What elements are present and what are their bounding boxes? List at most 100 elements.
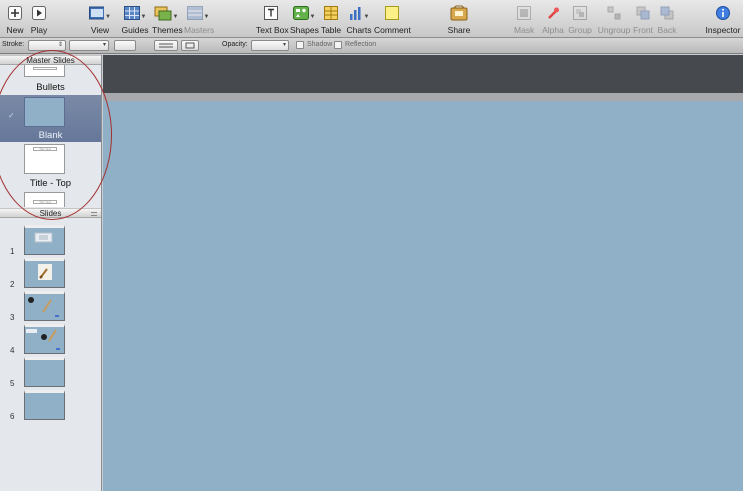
thumb-title-text: Title Text	[33, 200, 57, 204]
ungroup-button[interactable]: Ungroup	[597, 3, 631, 35]
slide-canvas[interactable]	[103, 101, 743, 491]
master-thumb-partial[interactable]: Title Text	[24, 192, 65, 207]
slide-thumb-5[interactable]	[24, 357, 65, 387]
mask-label: Mask	[514, 25, 535, 35]
info-icon	[716, 6, 730, 20]
new-button[interactable]: New	[6, 3, 24, 35]
endpoint-icon	[185, 42, 195, 49]
play-icon	[32, 6, 46, 20]
shadow-checkbox[interactable]	[296, 41, 304, 49]
comment-icon	[385, 6, 399, 20]
reflection-checkbox[interactable]	[334, 41, 342, 49]
chevron-down-icon: ▼	[203, 14, 210, 20]
themes-icon	[154, 6, 172, 20]
share-button[interactable]: Share	[446, 3, 472, 35]
bring-front-icon	[636, 6, 650, 20]
comment-button[interactable]: Comment	[374, 3, 411, 35]
reflection-label: Reflection	[345, 41, 377, 48]
table-icon	[324, 6, 338, 20]
brush-icon	[38, 264, 52, 280]
themes-label: Themes	[152, 25, 183, 35]
brush-icon	[26, 329, 60, 350]
shapes-button[interactable]: ▼ Shapes	[290, 3, 319, 35]
stroke-color-well[interactable]	[114, 40, 136, 51]
view-icon	[89, 6, 105, 20]
group-button[interactable]: Group	[568, 3, 592, 35]
opacity-select[interactable]: ▾	[251, 40, 289, 51]
share-label: Share	[447, 25, 471, 35]
masters-icon	[186, 6, 203, 20]
magic-wand-icon	[548, 7, 559, 19]
stroke-style-select[interactable]: ⇕	[28, 40, 66, 51]
text-box-button[interactable]: Text Box	[256, 3, 289, 35]
master-thumb-title-top[interactable]: Title Text	[24, 144, 65, 174]
chevron-down-icon: ▼	[172, 14, 179, 20]
mask-button[interactable]: Mask	[514, 3, 534, 35]
charts-label: Charts	[346, 25, 372, 35]
slide-thumb-4[interactable]	[24, 324, 65, 354]
slide-number: 3	[10, 313, 15, 322]
front-label: Front	[633, 25, 653, 35]
endpoint-button[interactable]	[181, 40, 199, 51]
format-bar: Stroke: ⇕ ▾ Opacity: ▾ Shadow Reflection	[0, 38, 743, 54]
bar-chart-icon	[349, 7, 361, 20]
alpha-button[interactable]: Alpha	[542, 3, 564, 35]
mask-icon	[517, 6, 531, 20]
chevron-down-icon: ▼	[105, 14, 111, 20]
guides-button[interactable]: ▼ Guides	[120, 3, 150, 35]
slide-thumb-6[interactable]	[24, 390, 65, 420]
front-button[interactable]: Front	[632, 3, 654, 35]
inspector-label: Inspector	[705, 25, 741, 35]
master-thumb-bullets[interactable]	[24, 65, 65, 77]
view-button[interactable]: ▼ View	[89, 3, 111, 35]
stepper-icon: ⇕	[57, 42, 63, 48]
send-back-icon	[660, 6, 674, 20]
opacity-label: Opacity:	[222, 41, 248, 48]
back-label: Back	[657, 25, 677, 35]
slide-thumb-2[interactable]	[24, 258, 65, 288]
shapes-icon	[292, 6, 309, 20]
comment-label: Comment	[374, 25, 411, 35]
slide-number: 5	[10, 379, 15, 388]
ungroup-label: Ungroup	[597, 25, 631, 35]
charts-button[interactable]: ▼ Charts	[345, 3, 373, 35]
chevron-down-icon: ▾	[102, 42, 106, 48]
text-box-label: Text Box	[256, 25, 289, 35]
line-style-icon	[159, 43, 173, 48]
chevron-down-icon: ▾	[282, 42, 286, 48]
grid-icon	[123, 6, 140, 20]
group-icon	[573, 6, 587, 20]
slide-number: 4	[10, 346, 15, 355]
group-label: Group	[568, 25, 592, 35]
master-name-bullets: Bullets	[36, 82, 65, 93]
slide-number: 1	[10, 247, 15, 256]
inspector-button[interactable]: Inspector	[704, 3, 742, 35]
master-thumb-blank[interactable]	[24, 97, 65, 127]
checkmark-icon: ✓	[8, 111, 15, 120]
chevron-down-icon: ▼	[363, 14, 370, 20]
themes-button[interactable]: ▼ Themes	[152, 3, 183, 35]
slide-thumb-1[interactable]	[24, 225, 65, 255]
masters-label: Masters	[184, 25, 215, 35]
stroke-label: Stroke:	[2, 41, 25, 48]
stroke-width-select[interactable]: ▾	[69, 40, 109, 51]
table-button[interactable]: Table	[320, 3, 342, 35]
line-style-button[interactable]	[154, 40, 178, 51]
toolbar: New Play ▼ View ▼ Guides ▼ Themes ▼ Mast…	[0, 0, 743, 38]
alpha-label: Alpha	[542, 25, 564, 35]
resize-handle-icon[interactable]	[91, 212, 97, 216]
guides-label: Guides	[121, 25, 149, 35]
ungroup-icon	[607, 6, 621, 20]
shapes-label: Shapes	[290, 25, 319, 35]
canvas-divider	[103, 93, 743, 101]
slide-thumb-3[interactable]	[24, 291, 65, 321]
text-box-icon	[264, 6, 278, 20]
master-slides-header: Master Slides	[0, 55, 101, 65]
brush-icon	[28, 297, 59, 317]
play-button[interactable]: Play	[30, 3, 48, 35]
back-button[interactable]: Back	[656, 3, 678, 35]
share-icon	[450, 5, 468, 21]
table-label: Table	[320, 25, 342, 35]
slides-header-label: Slides	[39, 209, 62, 218]
masters-button[interactable]: ▼ Masters	[184, 3, 215, 35]
